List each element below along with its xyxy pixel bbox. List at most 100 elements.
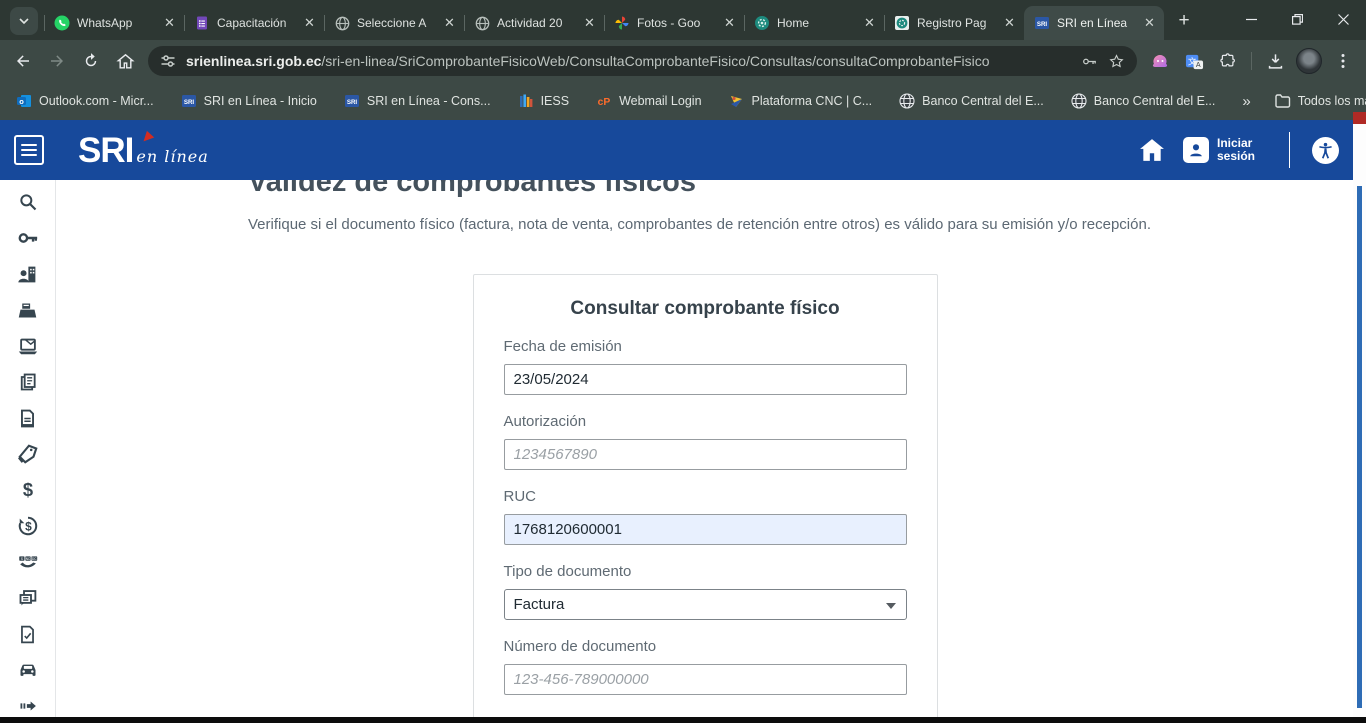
bookmark-banco-central-2[interactable]: Banco Central del E... <box>1071 93 1216 109</box>
menu-hamburger-button[interactable] <box>14 135 44 165</box>
complaints-icon[interactable] <box>17 587 39 609</box>
extensions-puzzle-icon[interactable] <box>1211 44 1245 78</box>
tab-title: Actividad 20 <box>497 16 581 30</box>
refund-icon[interactable]: $ <box>17 515 39 537</box>
bookmark-outlook[interactable]: o Outlook.com - Micr... <box>16 93 154 109</box>
tab-close-icon[interactable]: ✕ <box>301 15 318 32</box>
bookmarks-overflow-chevron[interactable]: » <box>1242 93 1250 110</box>
tab-sri-en-linea-active[interactable]: SRI SRI en Línea ✕ <box>1024 6 1164 40</box>
svg-text:cP: cP <box>598 97 611 107</box>
forward-button[interactable] <box>40 44 74 78</box>
bookmark-label: Plataforma CNC | C... <box>752 94 873 108</box>
tab-close-icon[interactable]: ✕ <box>721 15 738 32</box>
page-content: Validez de comprobantes físicos Verifiqu… <box>57 180 1353 717</box>
back-button[interactable] <box>6 44 40 78</box>
bookmark-sri-inicio[interactable]: SRI SRI en Línea - Inicio <box>181 93 317 109</box>
all-bookmarks-label: Todos los marcadores <box>1298 94 1366 108</box>
bookmark-label: SRI en Línea - Inicio <box>204 94 317 108</box>
tab-search-button[interactable] <box>10 7 38 35</box>
home-button[interactable] <box>108 44 142 78</box>
tab-registro[interactable]: Registro Pag ✕ <box>884 6 1024 40</box>
tab-title: SRI en Línea <box>1057 16 1141 30</box>
field-label-numero-documento: Número de documento <box>504 638 907 655</box>
browser-window: WhatsApp ✕ Capacitación ✕ Seleccione A ✕… <box>0 0 1366 723</box>
chrome-menu-icon[interactable] <box>1326 44 1360 78</box>
tab-title: Fotos - Goo <box>637 16 721 30</box>
svg-text:SRI: SRI <box>183 99 194 106</box>
sri-logo[interactable]: SRI en línea <box>78 133 209 168</box>
tab-close-icon[interactable]: ✕ <box>441 15 458 32</box>
tag-icon[interactable] <box>17 443 39 465</box>
tab-capacitacion[interactable]: Capacitación ✕ <box>184 6 324 40</box>
bookmark-webmail[interactable]: cP Webmail Login <box>596 93 701 109</box>
field-label-autorizacion: Autorización <box>504 413 907 430</box>
tipo-documento-selected-value: Factura <box>514 596 565 613</box>
extension-monica-icon[interactable] <box>1143 44 1177 78</box>
google-forms-icon <box>194 15 210 31</box>
site-settings-icon[interactable] <box>160 53 176 69</box>
all-bookmarks-button[interactable]: Todos los marcadores <box>1275 93 1366 109</box>
ruc-input[interactable] <box>504 514 907 545</box>
svg-text:$: $ <box>25 520 32 534</box>
bookmark-label: Banco Central del E... <box>1094 94 1216 108</box>
tipo-documento-select[interactable]: Factura <box>504 589 907 620</box>
numero-documento-input[interactable] <box>504 664 907 695</box>
page-scrollbar-track[interactable] <box>1353 124 1366 717</box>
exit-arrow-icon[interactable] <box>17 695 39 717</box>
bookmark-banco-central-1[interactable]: Banco Central del E... <box>899 93 1044 109</box>
documents-copy-icon[interactable] <box>17 371 39 393</box>
bookmark-label: Outlook.com - Micr... <box>39 94 154 108</box>
bookmark-cnc[interactable]: Plataforma CNC | C... <box>729 93 873 109</box>
bookmark-star-icon[interactable] <box>1108 53 1125 70</box>
tab-home[interactable]: Home ✕ <box>744 6 884 40</box>
close-window-button[interactable] <box>1320 0 1366 38</box>
tab-close-icon[interactable]: ✕ <box>581 15 598 32</box>
address-bar[interactable]: srienlinea.sri.gob.ec /sri-en-linea/SriC… <box>148 46 1137 76</box>
sri-favicon: SRI <box>1034 15 1050 31</box>
payment-cards-icon[interactable]: SNCDC <box>17 551 39 573</box>
taxpayer-registry-icon[interactable] <box>17 263 39 285</box>
search-icon[interactable] <box>17 191 39 213</box>
autorizacion-input[interactable] <box>504 439 907 470</box>
reload-button[interactable] <box>74 44 108 78</box>
fecha-emision-input[interactable] <box>504 364 907 395</box>
page-scrollbar-thumb[interactable] <box>1357 186 1362 708</box>
whatsapp-icon <box>54 15 70 31</box>
key-icon[interactable] <box>17 227 39 249</box>
bookmark-sri-consultas[interactable]: SRI SRI en Línea - Cons... <box>344 93 491 109</box>
minimize-button[interactable] <box>1228 0 1274 38</box>
field-label-ruc: RUC <box>504 488 907 505</box>
sri-logo-script: en línea <box>136 147 208 166</box>
password-key-icon[interactable] <box>1081 53 1098 70</box>
tab-seleccione[interactable]: Seleccione A ✕ <box>324 6 464 40</box>
profile-avatar[interactable] <box>1292 44 1326 78</box>
accessibility-icon[interactable] <box>1312 137 1339 164</box>
page-subtitle: Verifique si el documento físico (factur… <box>248 216 1353 233</box>
home-icon[interactable] <box>1139 138 1165 162</box>
cash-register-icon[interactable] <box>17 299 39 321</box>
vehicle-icon[interactable] <box>17 659 39 681</box>
login-button[interactable]: Iniciar sesión <box>1183 137 1263 163</box>
tab-fotos[interactable]: Fotos - Goo ✕ <box>604 6 744 40</box>
restore-button[interactable] <box>1274 0 1320 38</box>
tab-actividad[interactable]: Actividad 20 ✕ <box>464 6 604 40</box>
tab-close-icon[interactable]: ✕ <box>1001 15 1018 32</box>
sri-header: SRI en línea Iniciar sesión <box>0 120 1353 180</box>
document-icon[interactable] <box>17 407 39 429</box>
electronic-documents-icon[interactable] <box>17 335 39 357</box>
new-tab-button[interactable]: + <box>1170 7 1198 35</box>
downloads-icon[interactable] <box>1258 44 1292 78</box>
tab-close-icon[interactable]: ✕ <box>861 15 878 32</box>
avatar <box>1296 48 1322 74</box>
tab-close-icon[interactable]: ✕ <box>1141 15 1158 32</box>
declaration-check-icon[interactable] <box>17 623 39 645</box>
google-translate-icon[interactable]: 文A <box>1177 44 1211 78</box>
tab-whatsapp[interactable]: WhatsApp ✕ <box>44 6 184 40</box>
tab-close-icon[interactable]: ✕ <box>161 15 178 32</box>
consulta-form-card: Consultar comprobante físico Fecha de em… <box>473 274 938 717</box>
bookmark-iess[interactable]: IESS <box>518 93 570 109</box>
tab-title: WhatsApp <box>77 16 161 30</box>
dollar-icon[interactable]: $ <box>17 479 39 501</box>
google-photos-icon <box>614 15 630 31</box>
chevron-down-icon <box>18 15 30 27</box>
